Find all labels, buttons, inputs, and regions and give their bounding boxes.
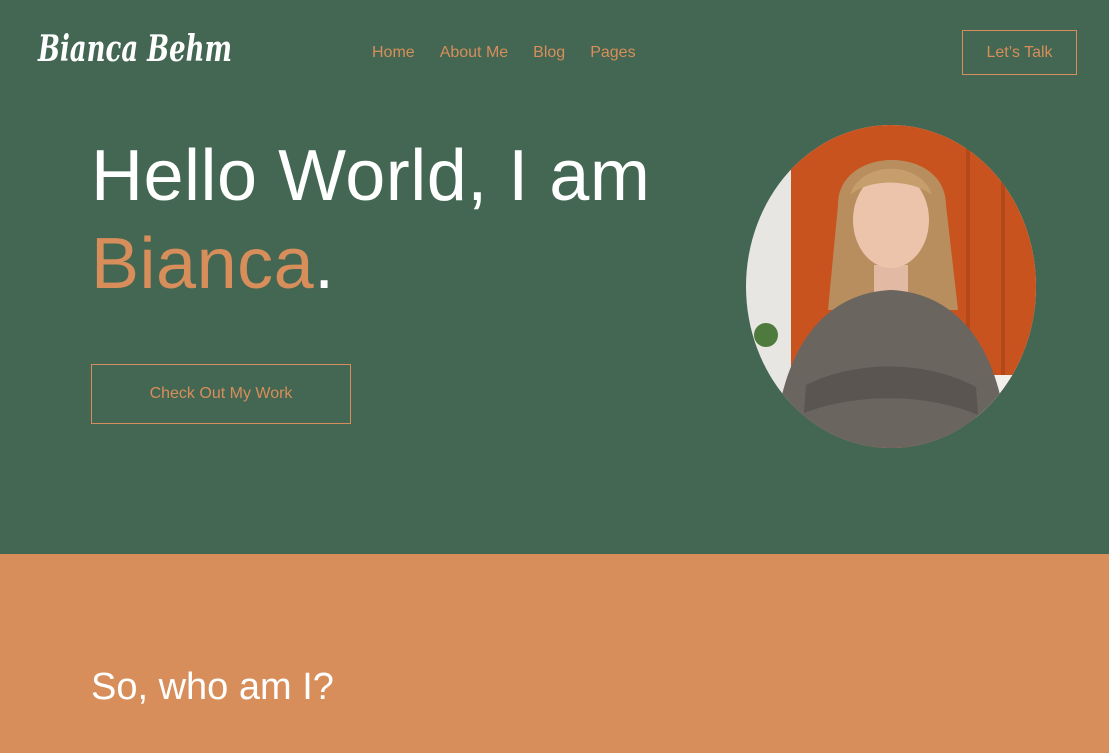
- person-portrait-icon: [746, 125, 1036, 448]
- about-heading: So, who am I?: [91, 666, 334, 708]
- nav-item-about-me[interactable]: About Me: [440, 43, 508, 63]
- nav-item-pages[interactable]: Pages: [590, 43, 635, 63]
- hero-name: Bianca: [91, 224, 315, 304]
- check-out-my-work-button[interactable]: Check Out My Work: [91, 364, 351, 424]
- lets-talk-button[interactable]: Let’s Talk: [962, 30, 1077, 75]
- brand-logo[interactable]: Bianca Behm: [36, 24, 236, 74]
- brand-logo-text: Bianca Behm: [37, 28, 232, 70]
- about-section: So, who am I?: [0, 554, 1109, 753]
- main-nav: Home About Me Blog Pages: [372, 43, 636, 63]
- hero-name-period: .: [314, 224, 335, 304]
- hero-headline: Hello World, I am Bianca.: [91, 132, 650, 308]
- hero-section: Bianca Behm Home About Me Blog Pages Let…: [0, 0, 1109, 554]
- nav-item-home[interactable]: Home: [372, 43, 415, 63]
- nav-item-blog[interactable]: Blog: [533, 43, 565, 63]
- hero-greeting: Hello World, I am: [91, 136, 651, 216]
